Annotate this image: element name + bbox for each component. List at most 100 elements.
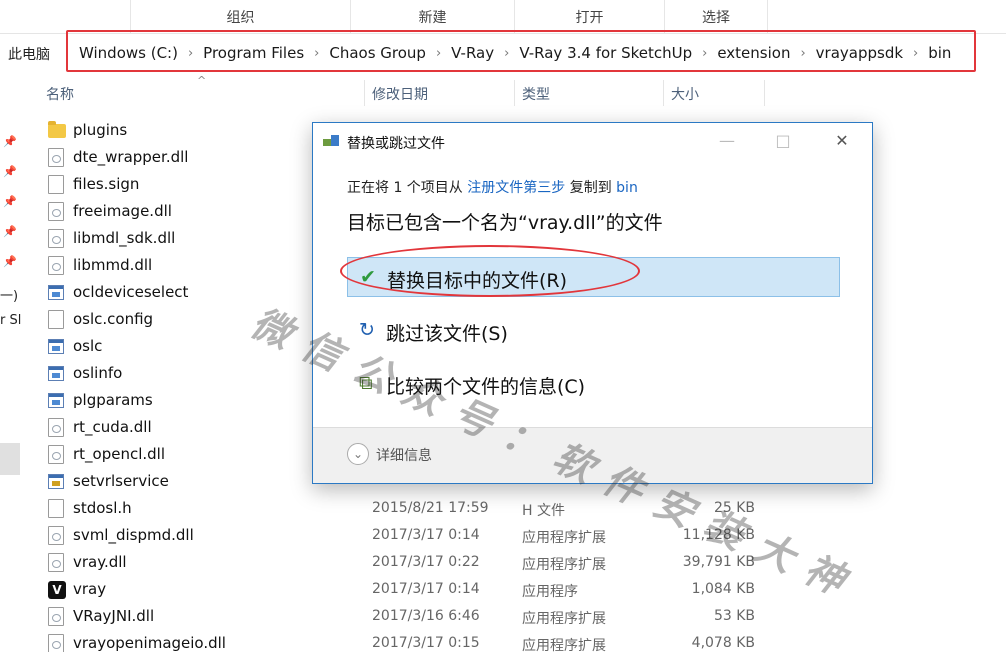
file-name: oslc — [73, 337, 103, 355]
dialog-titlebar[interactable]: 替换或跳过文件 — □ ✕ — [313, 123, 872, 159]
file-icon — [48, 175, 64, 194]
chevron-down-icon[interactable]: ⌄ — [347, 443, 369, 465]
file-row[interactable]: vray.dll 2017/3/17 0:22 应用程序扩展 39,791 KB — [44, 549, 1004, 576]
dll-file-icon — [48, 607, 64, 626]
annotation-red-box — [66, 30, 976, 72]
file-name: rt_cuda.dll — [73, 418, 152, 436]
maximize-button[interactable]: □ — [763, 129, 803, 153]
exe-icon — [48, 366, 64, 381]
file-type: H 文件 — [522, 503, 565, 519]
column-headers: ^ 名称 修改日期 类型 大小 — [22, 74, 1006, 106]
column-divider[interactable] — [514, 80, 515, 106]
file-name: plgparams — [73, 391, 153, 409]
column-divider[interactable] — [764, 80, 765, 106]
file-size: 25 KB — [713, 500, 755, 516]
file-type: 应用程序扩展 — [522, 557, 606, 573]
ribbon-group-label: 组织 — [226, 10, 255, 26]
file-row[interactable]: VRayJNI.dll 2017/3/16 6:46 应用程序扩展 53 KB — [44, 603, 1004, 630]
nav-selected-item[interactable] — [0, 443, 20, 475]
source-folder-link[interactable]: 注册文件第三步 — [467, 180, 565, 196]
option-label: 比较两个文件的信息(C) — [386, 376, 586, 398]
dialog-title: 替换或跳过文件 — [347, 136, 445, 152]
address-bar[interactable]: 此电脑 Windows (C:) › Program Files › Chaos… — [0, 30, 1006, 72]
file-date: 2017/3/17 0:22 — [372, 554, 480, 570]
file-type: 应用程序扩展 — [522, 530, 606, 546]
column-header-size[interactable]: 大小 — [671, 84, 699, 104]
ribbon-group-label: 打开 — [575, 10, 604, 26]
file-name: rt_opencl.dll — [73, 445, 166, 463]
file-name: libmdl_sdk.dll — [73, 229, 176, 247]
file-icon — [48, 310, 64, 329]
dll-file-icon — [48, 256, 64, 275]
ribbon-group-open[interactable]: 打开 — [514, 0, 664, 34]
dll-file-icon — [48, 202, 64, 221]
file-icon — [48, 499, 64, 518]
ribbon-group-new[interactable]: 新建 — [350, 0, 514, 34]
file-size: 53 KB — [713, 608, 755, 624]
dll-file-icon — [48, 148, 64, 167]
file-size: 4,078 KB — [691, 635, 755, 651]
nav-item-label[interactable]: 一) — [0, 285, 18, 304]
progress-mid: 复制到 — [565, 180, 617, 196]
column-header-name[interactable]: 名称 — [46, 84, 74, 104]
file-type: 应用程序 — [522, 584, 578, 600]
file-type: 应用程序扩展 — [522, 638, 606, 652]
destination-folder-link[interactable]: bin — [616, 180, 638, 196]
file-name: svml_dispmd.dll — [73, 526, 194, 544]
skip-arrow-icon: ↻ — [359, 319, 375, 341]
pin-icon[interactable]: 📌 — [3, 225, 17, 238]
more-details-link[interactable]: 详细信息 — [376, 445, 432, 465]
dll-file-icon — [48, 229, 64, 248]
exe-icon — [48, 339, 64, 354]
compare-icon: ⧉ — [359, 372, 373, 394]
breadcrumb-this-pc[interactable]: 此电脑 — [8, 44, 50, 64]
ribbon-group-organize[interactable]: 组织 — [130, 0, 350, 34]
file-name: VRayJNI.dll — [73, 607, 155, 625]
dll-file-icon — [48, 418, 64, 437]
file-date: 2017/3/17 0:15 — [372, 635, 480, 651]
column-header-type[interactable]: 类型 — [522, 84, 550, 104]
pin-icon[interactable]: 📌 — [3, 255, 17, 268]
column-header-date[interactable]: 修改日期 — [372, 84, 428, 104]
ribbon-group-select[interactable]: 选择 — [664, 0, 768, 34]
conflict-message: 目标已包含一个名为“vray.dll”的文件 — [347, 212, 663, 234]
minimize-button[interactable]: — — [707, 129, 747, 153]
copy-progress-text: 正在将 1 个项目从 注册文件第三步 复制到 bin — [347, 177, 638, 197]
dll-file-icon — [48, 526, 64, 545]
file-row[interactable]: svml_dispmd.dll 2017/3/17 0:14 应用程序扩展 11,12… — [44, 522, 1004, 549]
ribbon: 组织 新建 打开 选择 — [0, 0, 1006, 34]
compare-files-option[interactable]: ⧉ 比较两个文件的信息(C) — [347, 364, 840, 404]
file-name: stdosl.h — [73, 499, 132, 517]
file-row[interactable]: Vvray 2017/3/17 0:14 应用程序 1,084 KB — [44, 576, 1004, 603]
exe-icon — [48, 285, 64, 300]
annotation-red-ellipse — [340, 245, 640, 297]
exe-icon — [48, 393, 64, 408]
column-divider[interactable] — [663, 80, 664, 106]
file-type: 应用程序扩展 — [522, 611, 606, 627]
skip-file-option[interactable]: ↻ 跳过该文件(S) — [347, 311, 840, 351]
file-size: 11,128 KB — [682, 527, 755, 543]
ribbon-group-label: 选择 — [702, 10, 730, 26]
dll-file-icon — [48, 553, 64, 572]
pin-icon[interactable]: 📌 — [3, 165, 17, 178]
close-button[interactable]: ✕ — [822, 129, 862, 153]
file-date: 2017/3/17 0:14 — [372, 527, 480, 543]
file-name: oslinfo — [73, 364, 123, 382]
dll-file-icon — [48, 634, 64, 652]
pin-icon[interactable]: 📌 — [3, 195, 17, 208]
file-date: 2015/8/21 17:59 — [372, 500, 489, 516]
nav-item-label[interactable]: r Sl — [0, 313, 21, 328]
option-label: 跳过该文件(S) — [386, 323, 508, 345]
file-name: files.sign — [73, 175, 140, 193]
copy-files-icon — [323, 135, 339, 149]
service-exe-icon — [48, 474, 64, 489]
pin-icon[interactable]: 📌 — [3, 135, 17, 148]
column-divider[interactable] — [364, 80, 365, 106]
file-name: oslc.config — [73, 310, 154, 328]
file-name: libmmd.dll — [73, 256, 153, 274]
file-row[interactable]: vrayopenimageio.dll 2017/3/17 0:15 应用程序扩展 4… — [44, 630, 1004, 652]
progress-prefix: 正在将 1 个项目从 — [347, 180, 468, 196]
file-name: setvrlservice — [73, 472, 169, 490]
file-row[interactable]: stdosl.h 2015/8/21 17:59 H 文件 25 KB — [44, 495, 1004, 522]
file-name: plugins — [73, 121, 128, 139]
